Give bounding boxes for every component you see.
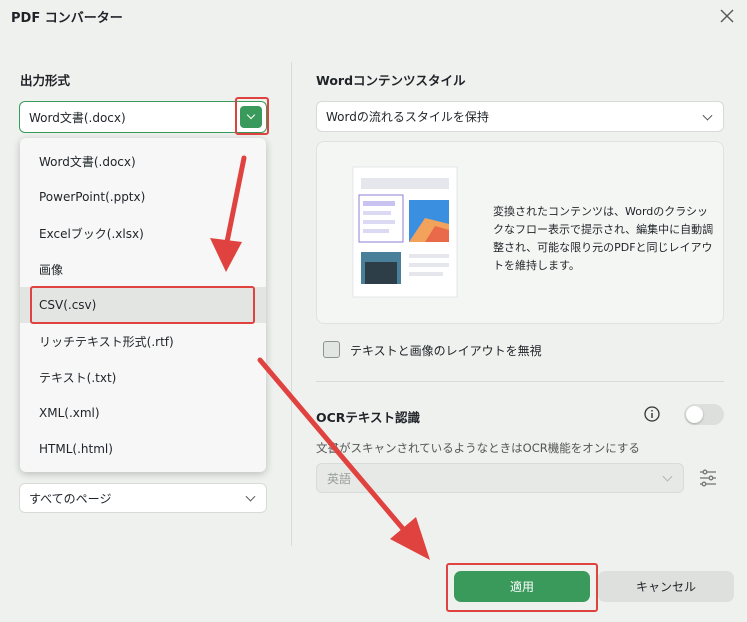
- ocr-description: 文書がスキャンされているようなときはOCR機能をオンにする: [316, 441, 640, 455]
- chevron-down-icon: [702, 110, 713, 121]
- menu-item-rtf[interactable]: リッチテキスト形式(.rtf): [20, 323, 266, 359]
- menu-item-image[interactable]: 画像: [20, 251, 266, 287]
- window-title: PDF コンバーター: [11, 11, 123, 26]
- page-range-value: すべてのページ: [29, 491, 112, 506]
- info-icon[interactable]: [644, 406, 660, 422]
- menu-item-csv[interactable]: CSV(.csv): [20, 287, 266, 323]
- ocr-language-select[interactable]: 英語: [316, 463, 684, 493]
- content-style-select[interactable]: Wordの流れるスタイルを保持: [316, 101, 724, 132]
- menu-item-html[interactable]: HTML(.html): [20, 431, 266, 467]
- menu-item-word[interactable]: Word文書(.docx): [20, 143, 266, 179]
- chevron-down-icon: [246, 110, 256, 120]
- chevron-down-icon: [245, 491, 256, 502]
- style-description: 変換されたコンテンツは、Wordのクラシックなフロー表示で提示され、編集中に自動…: [493, 205, 714, 272]
- format-dropdown-menu: Word文書(.docx) PowerPoint(.pptx) Excelブック…: [20, 138, 266, 472]
- chevron-down-icon: [662, 471, 673, 482]
- document-preview-illustration: [352, 166, 458, 298]
- ocr-toggle-knob: [686, 406, 703, 423]
- ignore-layout-checkbox[interactable]: [323, 341, 340, 358]
- title-bar: PDF コンバーター: [0, 0, 747, 36]
- output-format-label: 出力形式: [20, 73, 71, 88]
- content-style-value: Wordの流れるスタイルを保持: [326, 110, 489, 124]
- format-dropdown-button[interactable]: [240, 106, 262, 128]
- menu-item-powerpoint[interactable]: PowerPoint(.pptx): [20, 179, 266, 215]
- apply-button[interactable]: 適用: [454, 571, 590, 602]
- output-format-select-value: Word文書(.docx): [29, 110, 126, 125]
- menu-item-xml[interactable]: XML(.xml): [20, 395, 266, 431]
- ocr-label: OCRテキスト認識: [316, 410, 421, 425]
- menu-item-txt[interactable]: テキスト(.txt): [20, 359, 266, 395]
- content-style-label: Wordコンテンツスタイル: [316, 73, 466, 88]
- close-icon[interactable]: [719, 8, 735, 24]
- ocr-language-value: 英語: [327, 471, 352, 486]
- column-divider: [291, 62, 292, 546]
- section-divider: [316, 381, 724, 382]
- menu-item-excel[interactable]: Excelブック(.xlsx): [20, 215, 266, 251]
- cancel-button[interactable]: キャンセル: [598, 571, 734, 602]
- ocr-toggle[interactable]: [684, 404, 724, 425]
- output-format-select[interactable]: Word文書(.docx): [19, 101, 267, 133]
- page-range-select[interactable]: すべてのページ: [19, 483, 267, 513]
- annotation-arrow-to-apply: [257, 357, 430, 560]
- settings-sliders-icon[interactable]: [698, 468, 718, 488]
- ignore-layout-label: テキストと画像のレイアウトを無視: [350, 344, 542, 358]
